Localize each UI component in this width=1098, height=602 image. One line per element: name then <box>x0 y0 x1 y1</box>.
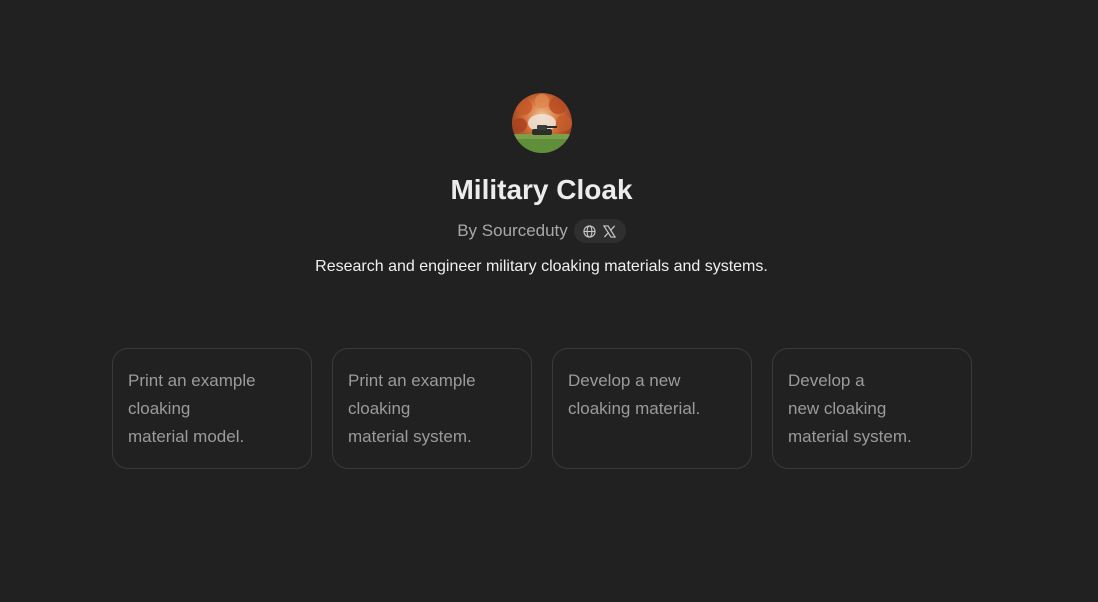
starter-card[interactable]: Print an example cloaking material model… <box>112 348 312 469</box>
x-logo-icon[interactable] <box>603 224 617 238</box>
starter-card[interactable]: Print an example cloaking material syste… <box>332 348 532 469</box>
gpt-landing: Military Cloak By Sourceduty Research an… <box>0 0 1098 602</box>
globe-icon[interactable] <box>583 224 597 238</box>
social-links <box>573 219 626 243</box>
conversation-starters: Print an example cloaking material model… <box>112 348 972 469</box>
gpt-avatar <box>512 93 572 153</box>
author-row: By Sourceduty <box>0 218 1083 244</box>
gpt-title: Military Cloak <box>450 174 633 205</box>
author-name: By Sourceduty <box>457 221 568 240</box>
gpt-description: Research and engineer military cloaking … <box>315 258 768 275</box>
starter-card[interactable]: Develop a new cloaking material. <box>552 348 752 469</box>
starter-card[interactable]: Develop a new cloaking material system. <box>772 348 972 469</box>
